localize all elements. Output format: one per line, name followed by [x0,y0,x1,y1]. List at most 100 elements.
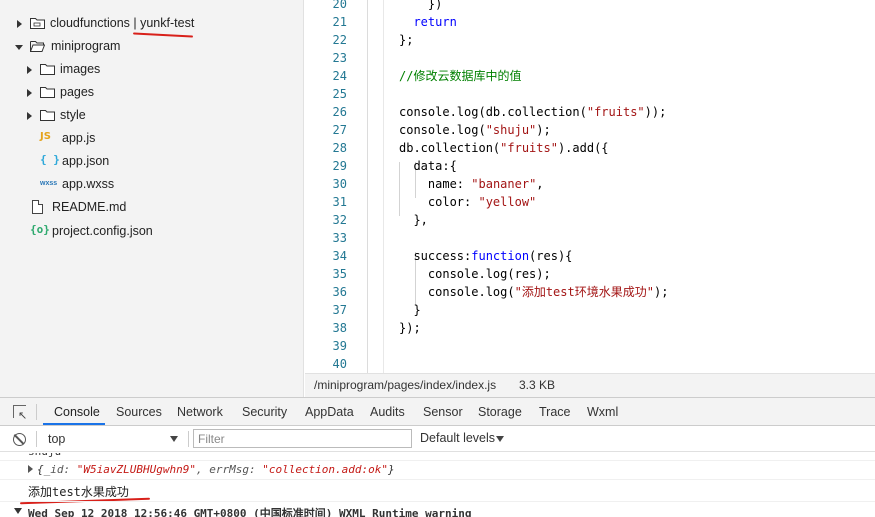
code-editor[interactable]: 20 21 22 23 24 25 26 27 28 29 30 31 32 33 34 35 36 37 38 39… [305,0,875,373]
warning-text: Wed Sep 12 2018 12:56:46 GMT+0800 (中国标准时… [28,507,472,517]
tree-item-pages[interactable]: pages [0,82,300,104]
code-line-26: console.log(db.collection("fruits")); [399,105,667,119]
filter-input[interactable] [193,429,412,448]
cursor-arrow-icon: ↖ [18,410,28,422]
line-number: 38 [332,321,347,335]
line-number: 33 [332,231,347,245]
tree-item-images[interactable]: images [0,59,300,81]
code-line-20: }) [427,0,443,11]
file-tree-panel: cloudfunctions | yunkf-test miniprogram … [0,0,304,397]
tab-appdata[interactable]: AppData [305,405,354,419]
line-number: 20 [332,0,347,11]
tab-audits[interactable]: Audits [370,405,405,419]
tab-wxml[interactable]: Wxml [587,405,618,419]
tree-item-app-js[interactable]: JS app.js [0,128,300,150]
collapsed-arrow-icon[interactable] [27,66,32,74]
toolbar-divider [36,431,37,447]
clear-console-icon[interactable] [13,433,26,446]
console-line-divider [0,501,875,502]
line-number: 39 [332,339,347,353]
code-line-37: } [413,303,421,317]
dropdown-arrow-icon [496,436,504,442]
expand-arrow-icon[interactable] [28,465,33,473]
tree-label-pages: pages [60,85,95,99]
line-number: 28 [332,141,347,155]
console-warning-line[interactable]: Wed Sep 12 2018 12:56:46 GMT+0800 (中国标准时… [0,504,875,517]
tree-item-miniprogram[interactable]: miniprogram [0,36,300,58]
folder-icon [40,64,55,75]
console-object-line[interactable]: {_id: "W5iavZLUBHUgwhn9", errMsg: "colle… [28,463,875,476]
line-number: 30 [332,177,347,191]
code-line-36: console.log("添加test环境水果成功"); [427,285,669,299]
console-log-line: shuju [28,453,875,458]
context-select[interactable]: top [40,429,184,449]
code-line-27: console.log("shuju"); [399,123,551,137]
gutter-divider [383,0,384,373]
wxss-file-icon: wxss [40,180,58,187]
tree-label-project-config: project.config.json [52,224,153,238]
folder-icon [40,110,55,121]
tree-item-app-wxss[interactable]: wxss app.wxss [0,174,300,196]
tree-label-miniprogram: miniprogram [51,39,121,53]
line-number: 26 [332,105,347,119]
open-folder-icon [30,41,45,52]
tab-network[interactable]: Network [177,405,223,419]
tab-security[interactable]: Security [242,405,287,419]
expanded-arrow-icon[interactable] [14,508,22,514]
code-line-34: success:function(res){ [413,249,573,263]
tree-item-app-json[interactable]: { } app.json [0,151,300,173]
collapsed-arrow-icon[interactable] [27,112,32,120]
collapsed-arrow-icon[interactable] [17,20,22,28]
code-line-31: color: "yellow" [427,195,537,209]
toolbar-divider [36,404,37,420]
tab-console[interactable]: Console [54,405,100,419]
editor-status-bar: /miniprogram/pages/index/index.js 3.3 KB [305,373,875,397]
line-number: 25 [332,87,347,101]
code-line-29: data:{ [413,159,457,173]
gutter-divider [367,0,368,373]
folder-icon [40,87,55,98]
dropdown-arrow-icon [170,436,178,442]
tree-item-style[interactable]: style [0,105,300,127]
collapsed-arrow-icon[interactable] [27,89,32,97]
tree-item-readme[interactable]: README.md [0,197,300,219]
tree-item-cloudfunctions[interactable]: cloudfunctions | yunkf-test [0,13,300,35]
code-line-24-comment: //修改云数据库中的值 [399,69,522,83]
active-tab-indicator [43,423,105,425]
expanded-arrow-icon[interactable] [15,45,23,50]
line-number: 35 [332,267,347,281]
tree-label-app-wxss: app.wxss [62,177,115,191]
line-number: 27 [332,123,347,137]
line-number: 21 [332,15,347,29]
tab-sources[interactable]: Sources [116,405,162,419]
line-number-gutter: 20 21 22 23 24 25 26 27 28 29 30 31 32 33 34 35 36 37 38 39… [305,0,351,373]
console-line-divider [0,460,875,461]
line-number: 22 [332,33,347,47]
file-path: /miniprogram/pages/index/index.js [314,378,497,392]
line-number: 37 [332,303,347,317]
code-line-30: name: "bananer", [427,177,544,191]
code-line-38: }); [399,321,421,335]
line-number: 29 [332,159,347,173]
toolbar-divider [188,431,189,447]
tree-item-project-config[interactable]: {o} project.config.json [0,221,300,243]
console-filter-bar: top Default levels [0,426,875,452]
tab-trace[interactable]: Trace [539,405,571,419]
log-levels-select[interactable]: Default levels [420,431,495,445]
config-file-icon: {o} [30,223,50,236]
document-file-icon [32,200,43,214]
cloud-folder-icon [30,18,45,29]
line-number: 31 [332,195,347,209]
tree-label-style: style [60,108,86,122]
tree-label-app-js: app.js [62,131,96,145]
line-number: 36 [332,285,347,299]
code-line-35: console.log(res); [427,267,551,281]
line-number: 40 [332,357,347,371]
tab-storage[interactable]: Storage [478,405,522,419]
tab-sensor[interactable]: Sensor [423,405,463,419]
tree-label-images: images [60,62,101,76]
devtools-panel: ↖ Console Sources Network Security AppDa… [0,397,875,517]
tree-label-app-json: app.json [62,154,110,168]
cloud-env-label: yunkf-test [140,16,195,30]
console-output: shuju {_id: "W5iavZLUBHUgwhn9", errMsg: … [0,453,875,517]
